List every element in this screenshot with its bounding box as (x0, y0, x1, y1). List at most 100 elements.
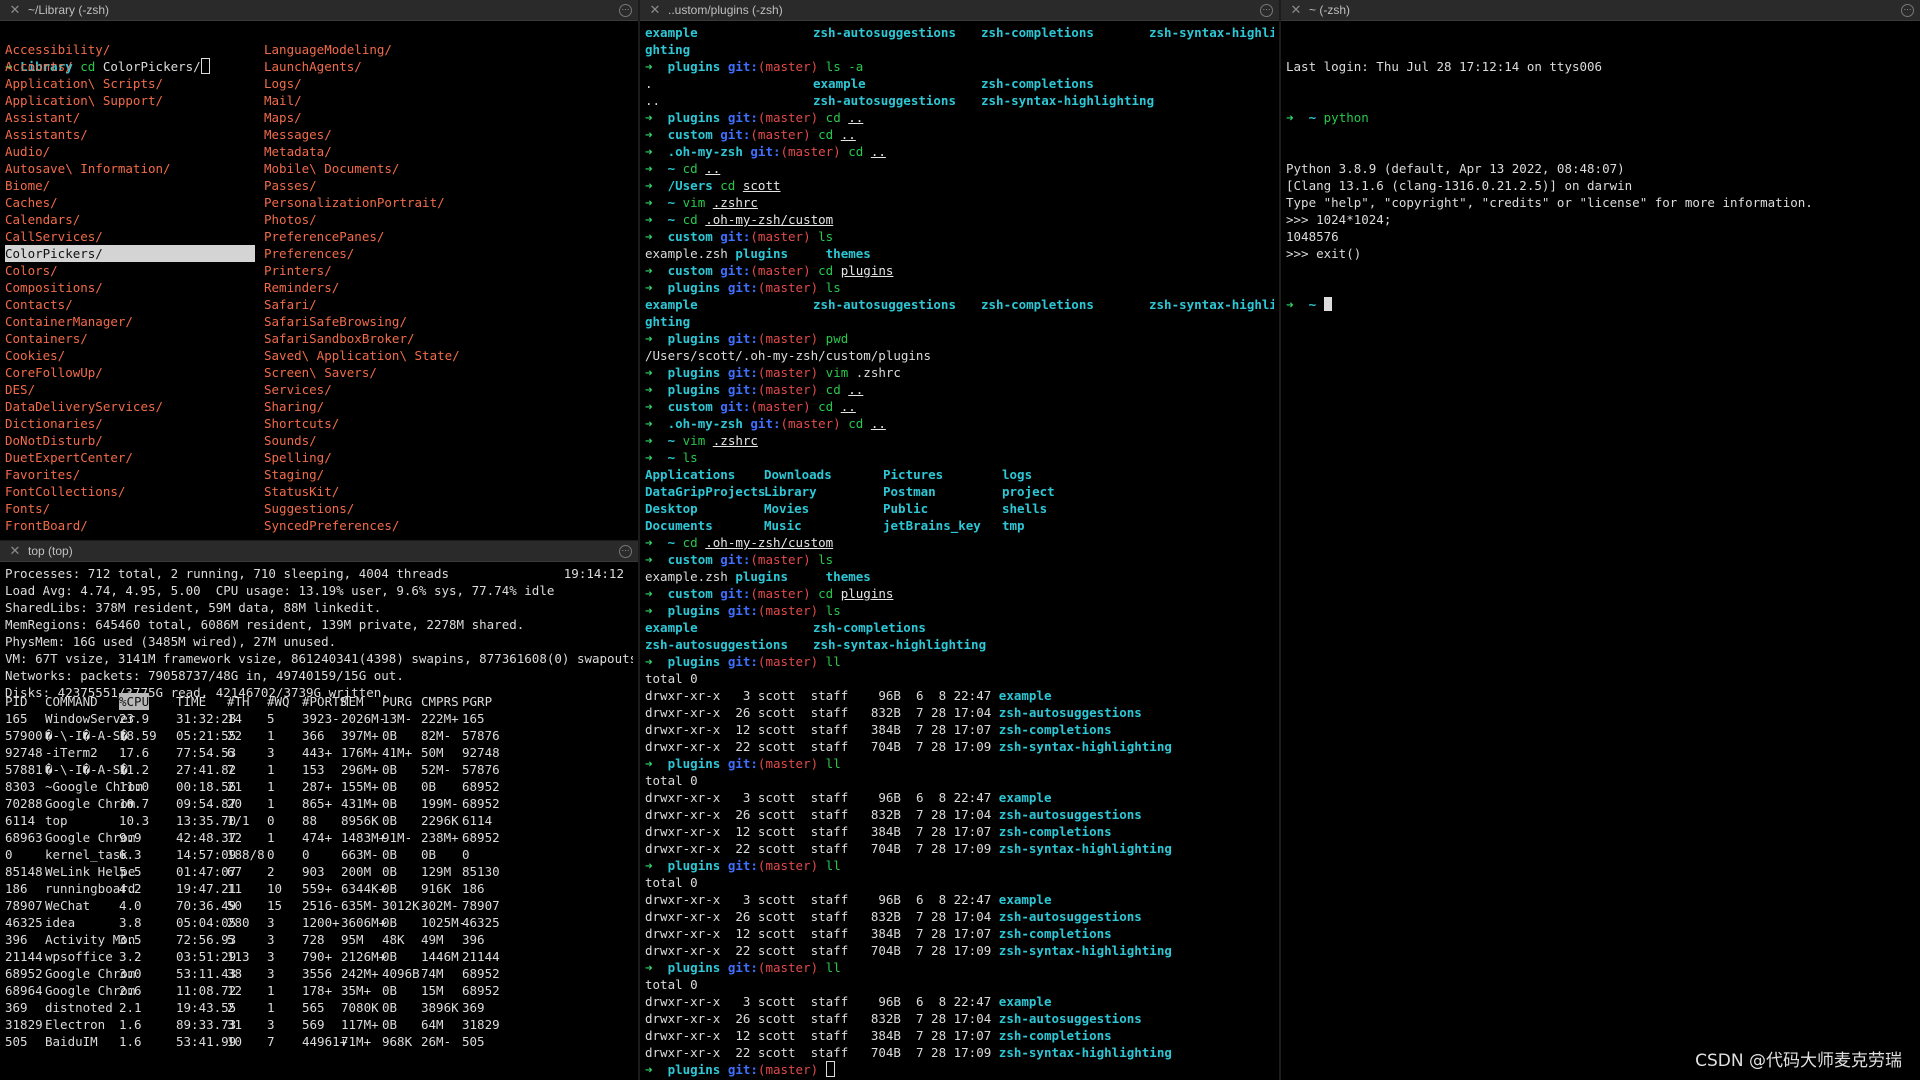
git-label: git: (720, 263, 751, 278)
process-cell: 0B (421, 779, 437, 794)
prompt-dir: ~ (667, 433, 676, 448)
git-branch: (master) (757, 756, 819, 771)
process-cell: 31829 (462, 1017, 500, 1032)
process-cell: 12 (227, 830, 243, 845)
pane-menu-icon[interactable]: ⋯ (1260, 4, 1273, 17)
library-terminal-pane[interactable]: ✕ ~/Library (-zsh) ⋯ ➜ Library cd ColorP… (0, 0, 638, 540)
library-folder-item: Suggestions/ (264, 501, 355, 516)
ll-perm: drwxr-xr-x (645, 943, 721, 958)
top-pane-titlebar[interactable]: ✕ top (top) ⋯ (0, 541, 638, 562)
process-cell: 1.6 (119, 1034, 142, 1049)
ll-output-row: drwxr-xr-x 22 scott staff 704B 7 28 17:0… (645, 738, 1274, 755)
ls-output-row: DataGripProjects Library Postman project (645, 483, 1274, 500)
ll-name: zsh-completions (998, 926, 1112, 941)
process-cell: 68952 (5, 966, 43, 981)
ll-name: example (998, 790, 1052, 805)
ll-output-row: drwxr-xr-x 22 scott staff 704B 7 28 17:0… (645, 1044, 1274, 1061)
library-pane-titlebar[interactable]: ✕ ~/Library (-zsh) ⋯ (0, 0, 638, 21)
column-header[interactable]: MEM (341, 693, 364, 710)
ll-date: 7 28 17:04 (916, 1011, 992, 1026)
close-icon[interactable]: ✕ (1289, 0, 1303, 20)
process-cell: 186 (462, 881, 485, 896)
process-row: 505 BaiduIM 1.6 53:41.99 10 7 44961+ 71M+ 968K 26… (5, 1033, 633, 1050)
process-cell: 0 (462, 847, 470, 862)
close-icon[interactable]: ✕ (648, 0, 662, 20)
prompt-dir: plugins (667, 59, 721, 74)
process-cell: 865+ (302, 796, 333, 811)
prompt-arrow: ➜ (645, 1062, 653, 1077)
process-cell: 3 (267, 949, 275, 964)
ls-entry (1149, 75, 1269, 92)
python-pane-titlebar[interactable]: ✕ ~ (-zsh) ⋯ (1281, 0, 1920, 21)
ll-links: 22 (727, 943, 751, 958)
process-cell: 1 (267, 830, 275, 845)
prompt-arrow: ➜ (645, 756, 653, 771)
prompt-dir: ~ (1308, 297, 1317, 312)
ll-group: staff (810, 1028, 849, 1043)
prompt-arrow: ➜ (645, 127, 653, 142)
column-header[interactable]: PURG (382, 693, 412, 710)
column-header[interactable]: TIME (176, 693, 206, 710)
ls-entry: Public (883, 501, 929, 516)
column-header[interactable]: PID (5, 693, 28, 710)
close-icon[interactable]: ✕ (8, 541, 22, 561)
library-folder-item: SyncedPreferences/ (264, 518, 400, 533)
column-header[interactable]: #WQ (267, 693, 290, 710)
process-cell: 68952 (462, 830, 500, 845)
pane-menu-icon[interactable]: ⋯ (619, 545, 632, 558)
process-cell: 68952 (462, 983, 500, 998)
git-label: git: (720, 586, 751, 601)
process-cell: 0B (382, 796, 398, 811)
library-folder-item: Preferences/ (264, 246, 355, 261)
ll-perm: drwxr-xr-x (645, 1045, 721, 1060)
plugins-pane-titlebar[interactable]: ✕ ..ustom/plugins (-zsh) ⋯ (640, 0, 1279, 21)
prompt-line: ➜ plugins git:(master) pwd (645, 330, 1274, 347)
ll-perm: drwxr-xr-x (645, 909, 721, 924)
column-header[interactable]: PGRP (462, 693, 492, 710)
prompt-command: cd (825, 382, 841, 397)
prompt-command: ll (825, 756, 841, 771)
ll-output-row: drwxr-xr-x 26 scott staff 832B 7 28 17:0… (645, 908, 1274, 925)
prompt-dir: ~ (667, 450, 676, 465)
last-login-line: Last login: Thu Jul 28 17:12:14 on ttys0… (1286, 59, 1603, 74)
process-cell: 0B (382, 779, 398, 794)
ll-user: scott (757, 909, 796, 924)
process-cell: 2 (227, 1000, 235, 1015)
ll-links: 26 (727, 705, 751, 720)
process-cell: 6344K+ (341, 881, 387, 896)
pane-menu-icon[interactable]: ⋯ (619, 4, 632, 17)
column-header[interactable]: COMMAND (45, 693, 98, 710)
process-row: 186 runningboard 4.2 19:47.21 11 10 559+ 6344K+… (5, 880, 633, 897)
process-cell: 302M- (421, 898, 459, 913)
process-cell: 635M- (341, 898, 379, 913)
column-header[interactable]: %CPU (119, 693, 150, 710)
pane-menu-icon[interactable]: ⋯ (1901, 4, 1914, 17)
prompt-dir: custom (667, 263, 713, 278)
python-terminal-pane[interactable]: ✕ ~ (-zsh) ⋯ Last login: Thu Jul 28 17:1… (1281, 0, 1920, 1080)
process-cell: 663M- (341, 847, 379, 862)
library-pane-title: ~/Library (-zsh) (28, 3, 110, 17)
prompt-command: ll (825, 858, 841, 873)
ll-perm: drwxr-xr-x (645, 807, 721, 822)
library-folder-item: Calendars/ (5, 212, 81, 227)
column-header[interactable]: CMPRS (421, 693, 459, 710)
top-terminal-pane[interactable]: ✕ top (top) ⋯ Processes: 712 total, 2 ru… (0, 541, 638, 1080)
close-icon[interactable]: ✕ (8, 0, 22, 20)
library-folder-item: Assistant/ (5, 110, 81, 125)
process-cell: 7 (227, 762, 235, 777)
git-branch: (master) (757, 960, 819, 975)
column-header[interactable]: #TH (227, 693, 250, 710)
prompt-dir: plugins (667, 280, 721, 295)
ll-perm: drwxr-xr-x (645, 994, 721, 1009)
process-row: 78907 WeChat 4.0 70:36.49 50 15 2516- 635M- 3012… (5, 897, 633, 914)
ls-entry: zsh-autosuggestions (813, 93, 956, 108)
ll-date: 7 28 17:04 (916, 807, 992, 822)
plugins-terminal-pane[interactable]: ✕ ..ustom/plugins (-zsh) ⋯ example zsh-au… (640, 0, 1279, 1080)
process-cell: 26M- (421, 1034, 452, 1049)
ll-output-row: drwxr-xr-x 3 scott staff 96B 6 8 22:47 e… (645, 789, 1274, 806)
library-folder-item: LanguageModeling/ (264, 42, 392, 57)
prompt-line: ➜ custom git:(master) cd plugins (645, 585, 1274, 602)
ll-perm: drwxr-xr-x (645, 1028, 721, 1043)
git-label: git: (750, 144, 781, 159)
process-cell: 52M- (421, 762, 452, 777)
